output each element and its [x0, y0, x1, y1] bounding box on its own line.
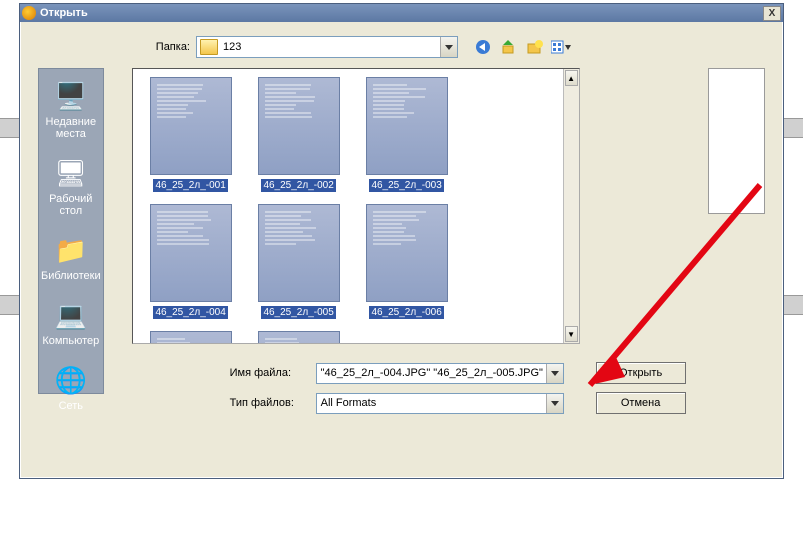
place-label: Сеть — [41, 400, 101, 412]
scroll-down-button[interactable]: ▼ — [565, 326, 578, 342]
thumbnail-image — [366, 204, 448, 302]
filetype-label: Тип файлов: — [230, 397, 316, 409]
thumbnail-label: 46_25_2л_-003 — [369, 179, 443, 192]
places-bar: 🖥️ Недавние места 🖥 Рабочий стол 📁 Библи… — [38, 68, 104, 394]
filetype-value: All Formats — [317, 394, 546, 413]
thumbnail-label: 46_25_2л_-002 — [261, 179, 335, 192]
chevron-down-icon — [551, 401, 559, 406]
file-thumbnail[interactable]: 46_25_2л_-004 — [141, 204, 241, 319]
new-folder-icon — [527, 39, 543, 55]
place-label: Компьютер — [41, 335, 101, 347]
filename-dropdown-button[interactable] — [546, 364, 563, 383]
folder-name: 123 — [221, 41, 440, 53]
thumbnail-image — [150, 331, 232, 343]
place-recent[interactable]: 🖥️ Недавние места — [39, 73, 103, 150]
file-thumbnail[interactable]: 46_25_2л_-001 — [141, 77, 241, 192]
back-button[interactable] — [472, 36, 494, 58]
view-menu-icon — [551, 39, 571, 55]
place-computer[interactable]: 💻 Компьютер — [39, 292, 103, 357]
folder-label: Папка: — [148, 41, 196, 53]
thumbnail-label: 46_25_2л_-004 — [153, 306, 227, 319]
thumbnail-image — [366, 77, 448, 175]
folder-dropdown-button[interactable] — [440, 37, 457, 57]
filename-label: Имя файла: — [230, 367, 316, 379]
filetype-dropdown-button[interactable] — [546, 394, 563, 413]
back-icon — [474, 38, 492, 56]
filename-combo[interactable]: "46_25_2л_-004.JPG" "46_25_2л_-005.JPG" — [316, 363, 564, 384]
view-menu-button[interactable] — [550, 36, 572, 58]
place-label: Недавние места — [41, 116, 101, 140]
thumbnail-label: 46_25_2л_-001 — [153, 179, 227, 192]
place-desktop[interactable]: 🖥 Рабочий стол — [39, 150, 103, 227]
thumbnail-image — [258, 77, 340, 175]
chevron-down-icon — [445, 45, 453, 50]
chevron-down-icon — [551, 371, 559, 376]
file-thumbnail[interactable]: 46_25_2л_-005 — [249, 204, 349, 319]
scroll-up-button[interactable]: ▲ — [565, 70, 578, 86]
open-button[interactable]: Открыть — [596, 362, 686, 384]
scroll-track[interactable] — [564, 87, 579, 325]
scrollbar[interactable]: ▲ ▼ — [563, 69, 579, 343]
thumbnail-image — [150, 204, 232, 302]
file-thumbnail[interactable]: 46_25_2л_-008 — [249, 331, 349, 343]
new-folder-button[interactable] — [524, 36, 546, 58]
folder-combo[interactable]: 123 — [196, 36, 458, 58]
cancel-button[interactable]: Отмена — [596, 392, 686, 414]
folder-icon — [200, 39, 218, 55]
recent-places-icon: 🖥️ — [53, 79, 89, 113]
place-network[interactable]: 🌐 Сеть — [39, 357, 103, 422]
file-thumbnail[interactable]: 46_25_2л_-003 — [357, 77, 457, 192]
up-button[interactable] — [498, 36, 520, 58]
thumbnail-label: 46_25_2л_-005 — [261, 306, 335, 319]
network-icon: 🌐 — [53, 363, 89, 397]
libraries-icon: 📁 — [53, 233, 89, 267]
dialog-title: Открыть — [40, 7, 763, 19]
thumbnail-image — [258, 331, 340, 343]
file-thumbnail[interactable]: 46_25_2л_-006 — [357, 204, 457, 319]
computer-icon: 💻 — [53, 298, 89, 332]
place-libraries[interactable]: 📁 Библиотеки — [39, 227, 103, 292]
file-thumbnail[interactable]: 46_25_2л_-002 — [249, 77, 349, 192]
close-button[interactable]: X — [763, 6, 781, 21]
file-list-pane: 46_25_2л_-001 46_25_2л_-002 46_25_2л_-003 4… — [132, 68, 580, 344]
desktop-icon: 🖥 — [53, 156, 89, 190]
file-thumbnail[interactable]: 46_25_2л_-007 — [141, 331, 241, 343]
open-file-dialog: Открыть X Папка: 123 — [19, 3, 784, 479]
preview-pane — [708, 68, 765, 214]
filetype-combo[interactable]: All Formats — [316, 393, 564, 414]
up-icon — [501, 39, 517, 55]
thumbnail-image — [150, 77, 232, 175]
thumbnail-image — [258, 204, 340, 302]
thumbnail-label: 46_25_2л_-006 — [369, 306, 443, 319]
titlebar: Открыть X — [20, 4, 783, 22]
filename-value: "46_25_2л_-004.JPG" "46_25_2л_-005.JPG" — [317, 364, 546, 383]
place-label: Библиотеки — [41, 270, 101, 282]
place-label: Рабочий стол — [41, 193, 101, 217]
app-icon — [22, 6, 36, 20]
